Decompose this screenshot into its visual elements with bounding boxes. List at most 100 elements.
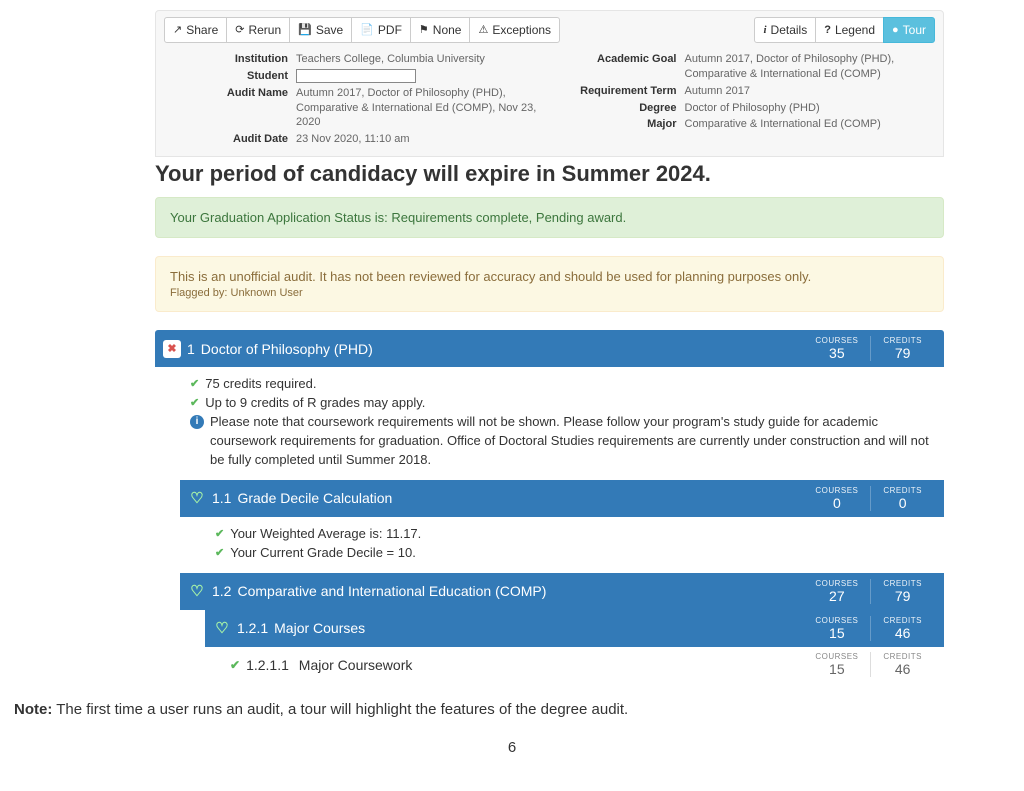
credits-value: 79 <box>883 588 922 604</box>
share-button[interactable]: ↗Share <box>164 17 227 43</box>
requirement-1-2-header[interactable]: ♡ 1.2Comparative and International Educa… <box>180 573 944 610</box>
info-left-col: InstitutionTeachers College, Columbia Un… <box>166 51 545 148</box>
legend-label: Legend <box>835 21 875 39</box>
page-number: 6 <box>0 739 1024 756</box>
pass-icon: ♡ <box>188 489 206 507</box>
courses-value: 15 <box>815 625 858 641</box>
rule-text: Up to 9 credits of R grades may apply. <box>205 394 425 413</box>
graduation-status-alert: Your Graduation Application Status is: R… <box>155 197 944 238</box>
flagged-by-text: Flagged by: Unknown User <box>170 287 929 299</box>
audit-name-label: Audit Name <box>166 86 296 131</box>
student-value <box>296 69 545 84</box>
audit-date-value: 23 Nov 2020, 11:10 am <box>296 132 545 147</box>
tour-button[interactable]: ●Tour <box>883 17 935 43</box>
check-icon: ✔ <box>190 377 199 393</box>
requirement-1-1-header[interactable]: ♡ 1.1Grade Decile Calculation COURSES0 C… <box>180 480 944 517</box>
audit-date-label: Audit Date <box>166 132 296 147</box>
flag-icon: ⚑ <box>419 22 429 39</box>
refresh-icon: ⟳ <box>235 22 244 39</box>
major-label: Major <box>555 117 685 132</box>
record-icon: ● <box>892 22 899 39</box>
requirement-term-value: Autumn 2017 <box>685 84 934 99</box>
pass-icon: ♡ <box>213 619 231 637</box>
academic-goal-value: Autumn 2017, Doctor of Philosophy (PHD),… <box>685 52 934 82</box>
requirement-1-1-counters: COURSES0 CREDITS0 <box>803 486 934 511</box>
requirement-1-2-1-1-counters: COURSES15 CREDITS46 <box>803 652 934 677</box>
courses-label: COURSES <box>815 336 858 345</box>
requirement-1-body: ✔ 75 credits required. ✔ Up to 9 credits o… <box>155 367 944 479</box>
exceptions-label: Exceptions <box>492 21 551 39</box>
student-redacted-box <box>296 69 416 83</box>
requirement-1-2-1-1[interactable]: ✔ 1.2.1.1 Major Coursework COURSES15 CRE… <box>230 647 944 682</box>
degree-value: Doctor of Philosophy (PHD) <box>685 101 934 116</box>
toolbar: ↗Share ⟳Rerun 💾Save 📄PDF ⚑None ⚠Exceptio… <box>156 11 943 43</box>
check-icon: ✔ <box>215 527 224 543</box>
requirement-1-header[interactable]: ✖ 1Doctor of Philosophy (PHD) COURSES35 … <box>155 330 944 367</box>
credits-value: 46 <box>883 661 922 677</box>
check-icon: ✔ <box>190 396 199 412</box>
unofficial-warning-alert: This is an unofficial audit. It has not … <box>155 256 944 312</box>
flag-label: None <box>433 21 462 39</box>
toolbar-left: ↗Share ⟳Rerun 💾Save 📄PDF ⚑None ⚠Exceptio… <box>164 17 560 43</box>
academic-goal-label: Academic Goal <box>555 52 685 82</box>
save-label: Save <box>316 21 343 39</box>
check-icon: ✔ <box>230 658 240 672</box>
requirement-1-counters: COURSES35 CREDITS79 <box>803 336 934 361</box>
warning-icon: ⚠ <box>478 22 488 39</box>
info-icon: i <box>190 415 204 429</box>
requirement-term-label: Requirement Term <box>555 84 685 99</box>
candidacy-headline: Your period of candidacy will expire in … <box>155 157 944 197</box>
pass-icon: ♡ <box>188 582 206 600</box>
requirement-1-2-counters: COURSES27 CREDITS79 <box>803 579 934 604</box>
requirement-1-2-1-1-title: 1.2.1.1 Major Coursework <box>246 657 803 673</box>
credits-label: CREDITS <box>883 336 922 345</box>
footnote-bold: Note: <box>14 701 52 718</box>
requirement-1-2-title: 1.2Comparative and International Educati… <box>212 583 803 599</box>
flag-button[interactable]: ⚑None <box>410 17 471 43</box>
rerun-button[interactable]: ⟳Rerun <box>226 17 290 43</box>
audit-header-card: ↗Share ⟳Rerun 💾Save 📄PDF ⚑None ⚠Exceptio… <box>155 10 944 157</box>
requirement-1-2-1-title: 1.2.1Major Courses <box>237 620 803 636</box>
footnote: Note: The first time a user runs an audi… <box>14 700 774 720</box>
requirement-1: ✖ 1Doctor of Philosophy (PHD) COURSES35 … <box>155 330 944 480</box>
requirement-1-2-1: ♡ 1.2.1Major Courses COURSES15 CREDITS46 <box>155 610 944 647</box>
share-label: Share <box>186 21 218 39</box>
fail-icon: ✖ <box>163 340 181 358</box>
courses-value: 27 <box>815 588 858 604</box>
footnote-text: The first time a user runs an audit, a t… <box>52 701 628 718</box>
details-label: Details <box>771 21 808 39</box>
requirement-1-1-title: 1.1Grade Decile Calculation <box>212 490 803 506</box>
requirement-1-2-1-header[interactable]: ♡ 1.2.1Major Courses COURSES15 CREDITS46 <box>205 610 944 647</box>
major-value: Comparative & International Ed (COMP) <box>685 117 934 132</box>
student-label: Student <box>166 69 296 84</box>
pdf-label: PDF <box>378 21 402 39</box>
question-icon: ? <box>824 22 831 39</box>
pdf-button[interactable]: 📄PDF <box>351 17 411 43</box>
share-icon: ↗ <box>173 22 182 39</box>
details-button[interactable]: i Details <box>754 17 816 43</box>
legend-button[interactable]: ?Legend <box>815 17 884 43</box>
rerun-label: Rerun <box>248 21 281 39</box>
tour-label: Tour <box>903 21 926 39</box>
degree-label: Degree <box>555 101 685 116</box>
exceptions-button[interactable]: ⚠Exceptions <box>469 17 560 43</box>
rule-text: Your Current Grade Decile = 10. <box>230 544 416 563</box>
courses-value: 0 <box>815 495 858 511</box>
unofficial-warning-text: This is an unofficial audit. It has not … <box>170 269 929 284</box>
credits-value: 79 <box>883 345 922 361</box>
rule-text: Your Weighted Average is: 11.17. <box>230 525 421 544</box>
credits-value: 0 <box>883 495 922 511</box>
courses-value: 35 <box>815 345 858 361</box>
requirement-1-1: ♡ 1.1Grade Decile Calculation COURSES0 C… <box>155 480 944 573</box>
toolbar-right: i Details ?Legend ●Tour <box>754 17 935 43</box>
pdf-icon: 📄 <box>360 22 374 39</box>
rule-text: 75 credits required. <box>205 375 316 394</box>
requirement-1-2-1-counters: COURSES15 CREDITS46 <box>803 616 934 641</box>
institution-label: Institution <box>166 52 296 67</box>
audit-info: InstitutionTeachers College, Columbia Un… <box>156 43 943 148</box>
requirement-1-1-body: ✔ Your Weighted Average is: 11.17. ✔ Your … <box>155 517 944 573</box>
rule-text: Please note that coursework requirements… <box>210 413 930 470</box>
check-icon: ✔ <box>215 546 224 562</box>
save-button[interactable]: 💾Save <box>289 17 352 43</box>
info-icon: i <box>763 22 766 39</box>
